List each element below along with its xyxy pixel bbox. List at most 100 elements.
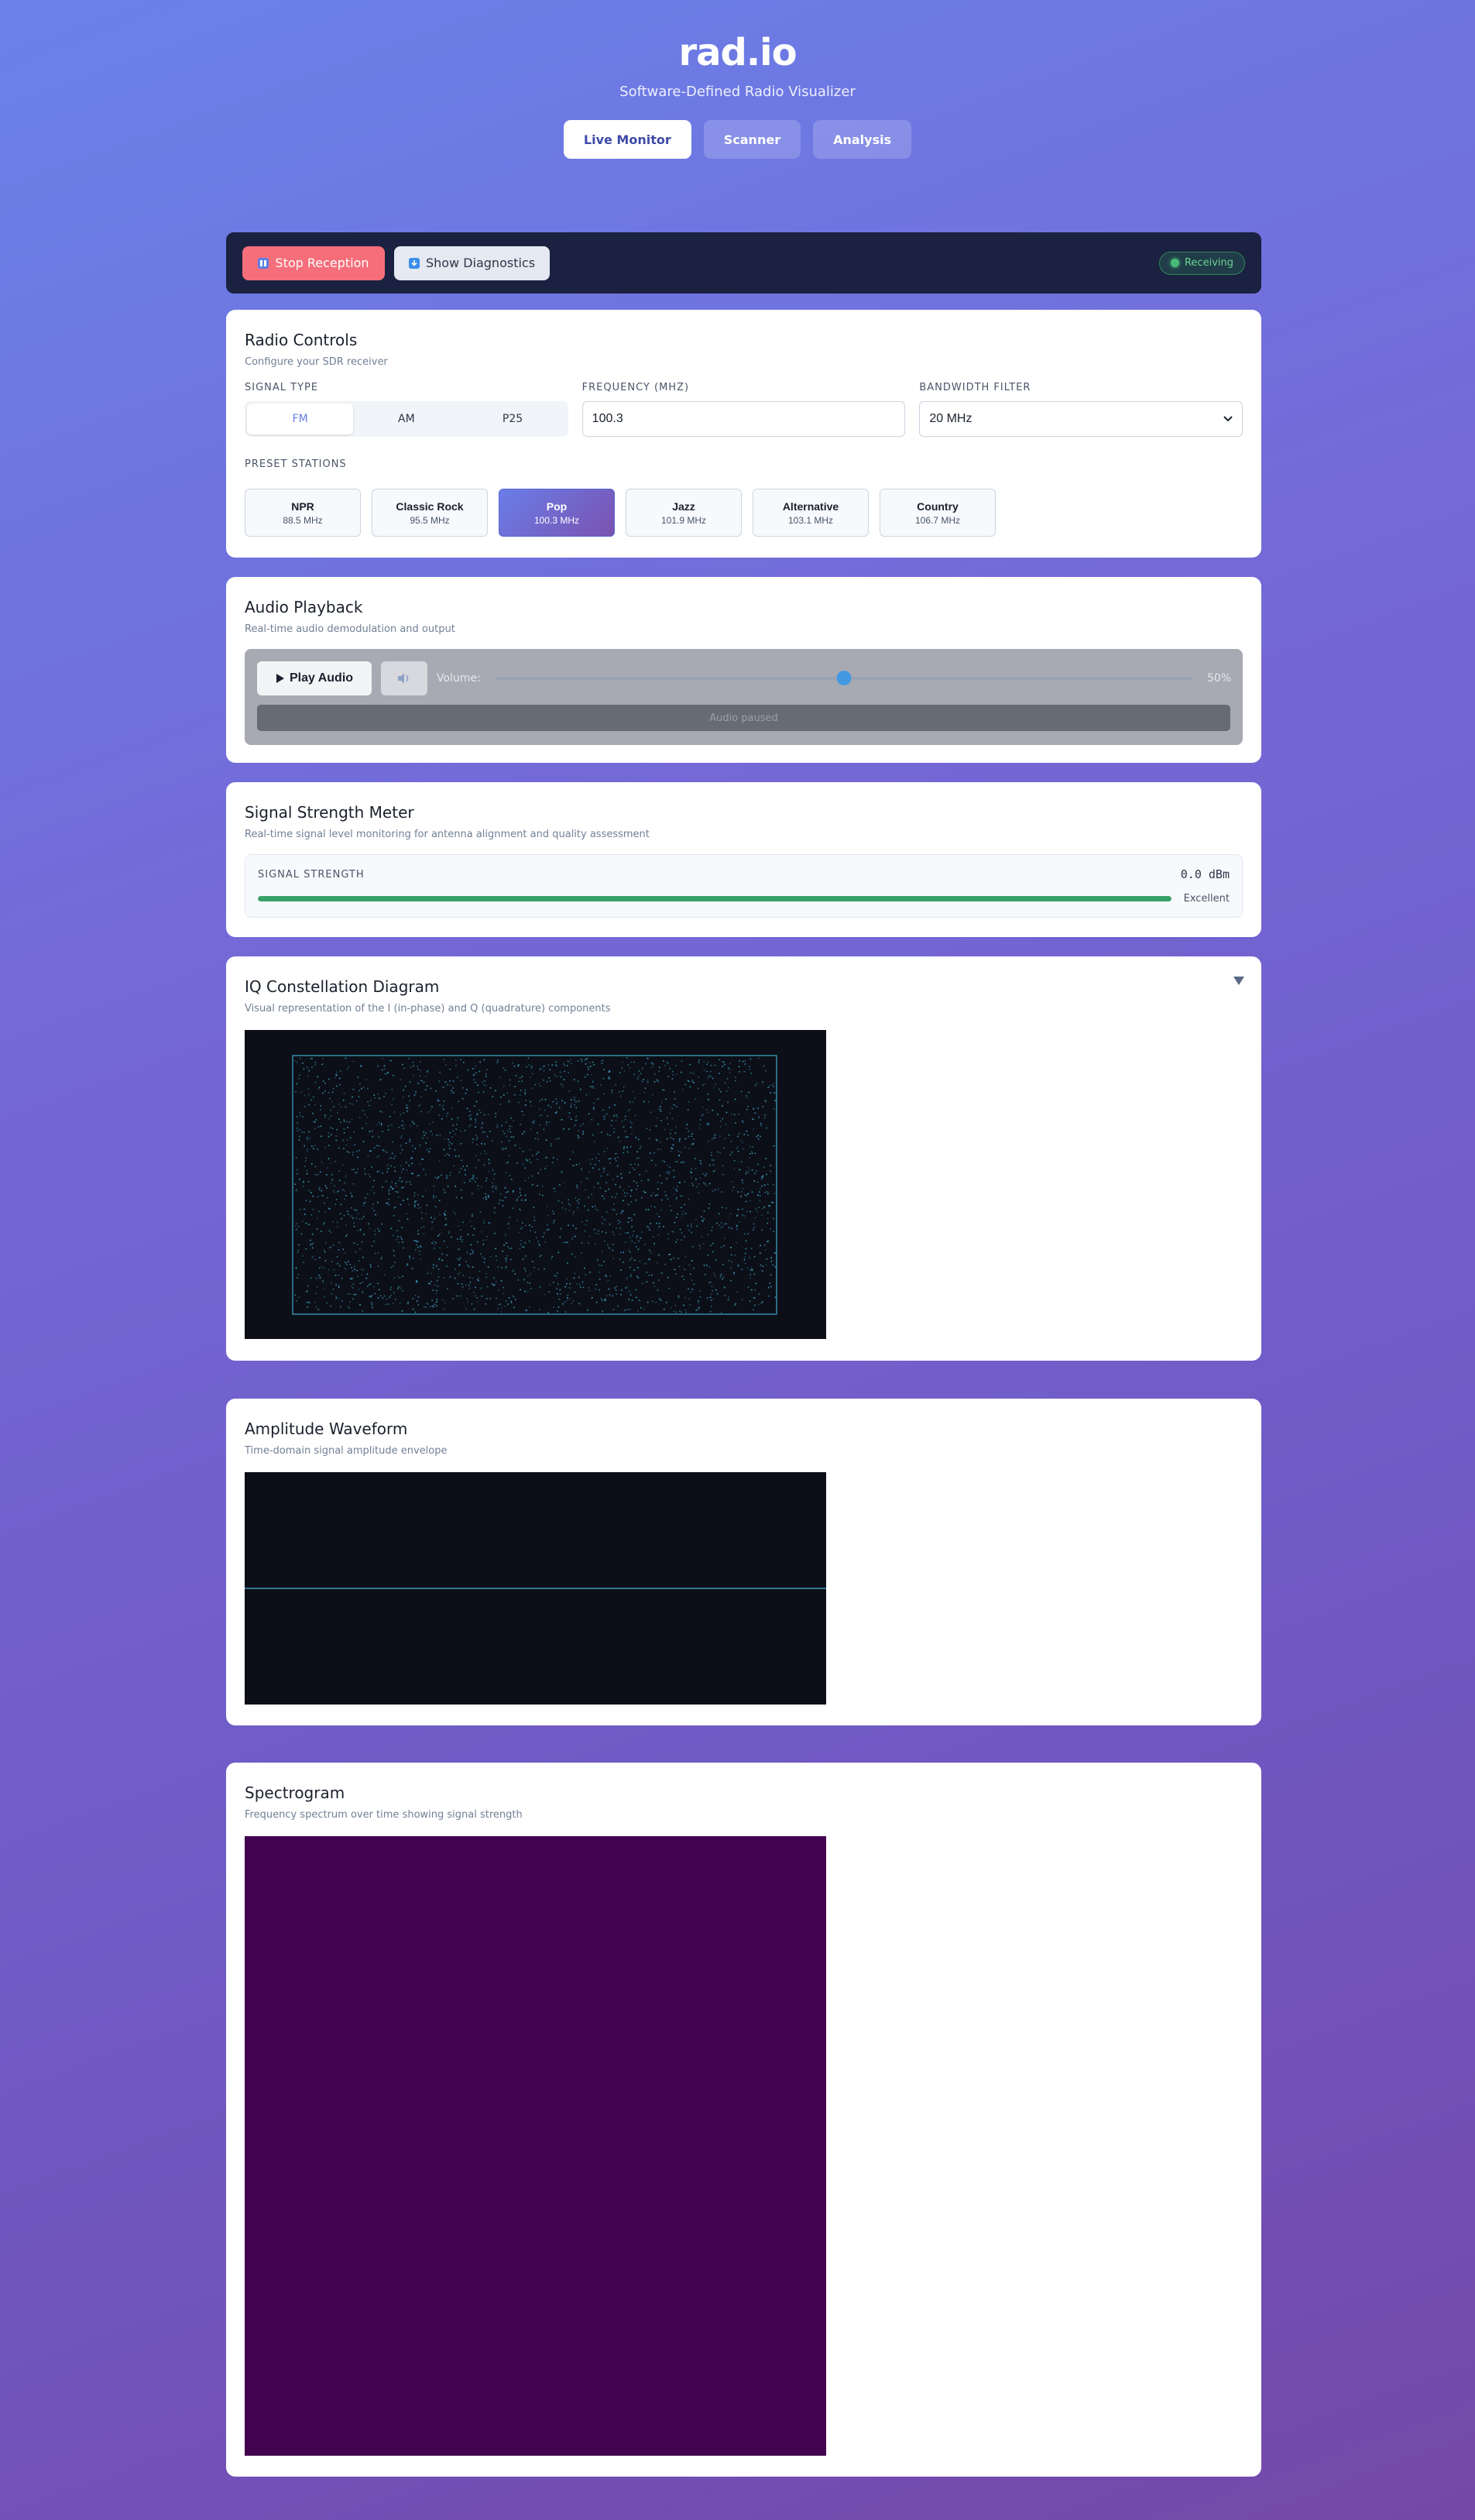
frequency-input[interactable]: 100.3 xyxy=(581,401,906,437)
iq-sample-point xyxy=(503,1131,504,1132)
iq-sample-point xyxy=(707,1234,708,1235)
download-icon xyxy=(408,257,420,269)
iq-sample-point xyxy=(516,1200,518,1202)
iq-sample-point xyxy=(349,1102,351,1104)
iq-sample-point xyxy=(306,1170,307,1172)
iq-sample-point xyxy=(708,1203,711,1205)
preset-country[interactable]: Country 106.7 MHz xyxy=(880,489,996,537)
signal-quality-label: Excellent xyxy=(1183,893,1230,905)
preset-alternative[interactable]: Alternative 103.1 MHz xyxy=(753,489,869,537)
signal-type-p25[interactable]: P25 xyxy=(459,403,565,434)
volume-slider[interactable] xyxy=(494,671,1193,685)
iq-sample-point xyxy=(373,1147,376,1149)
iq-sample-point xyxy=(485,1303,486,1305)
tab-live-monitor[interactable]: Live Monitor xyxy=(563,120,691,159)
iq-sample-point xyxy=(314,1121,316,1123)
iq-sample-point xyxy=(635,1136,637,1138)
iq-sample-point xyxy=(428,1151,430,1153)
iq-sample-point xyxy=(690,1291,691,1293)
iq-sample-point xyxy=(483,1220,485,1222)
tab-analysis[interactable]: Analysis xyxy=(813,120,912,159)
signal-type-am[interactable]: AM xyxy=(353,403,459,434)
iq-sample-point xyxy=(340,1306,341,1308)
tab-scanner[interactable]: Scanner xyxy=(703,120,801,159)
iq-sample-point xyxy=(338,1249,340,1251)
iq-sample-point xyxy=(616,1166,619,1167)
iq-sample-point xyxy=(688,1080,690,1082)
iq-sample-point xyxy=(346,1068,348,1070)
collapse-chevron-icon[interactable] xyxy=(1233,977,1244,985)
iq-sample-point xyxy=(448,1231,450,1232)
iq-sample-point xyxy=(698,1306,700,1308)
mute-button[interactable] xyxy=(381,661,427,695)
iq-sample-point xyxy=(524,1104,527,1106)
iq-sample-point xyxy=(311,1145,313,1147)
iq-sample-point xyxy=(603,1260,605,1262)
iq-sample-point xyxy=(378,1136,380,1138)
iq-sample-point xyxy=(295,1223,297,1224)
iq-sample-point xyxy=(624,1192,626,1194)
iq-sample-point xyxy=(343,1119,345,1121)
iq-sample-point xyxy=(485,1239,487,1241)
iq-sample-point xyxy=(622,1090,624,1092)
preset-jazz[interactable]: Jazz 101.9 MHz xyxy=(626,489,742,537)
iq-sample-point xyxy=(366,1117,368,1118)
iq-sample-point xyxy=(767,1191,769,1193)
iq-sample-point xyxy=(472,1176,474,1179)
iq-sample-point xyxy=(449,1172,451,1173)
iq-sample-point xyxy=(367,1155,369,1157)
iq-sample-point xyxy=(470,1244,472,1246)
preset-classic-rock[interactable]: Classic Rock 95.5 MHz xyxy=(372,489,488,537)
iq-sample-point xyxy=(308,1131,310,1133)
iq-sample-point xyxy=(539,1309,540,1310)
iq-sample-point xyxy=(478,1159,479,1161)
iq-sample-point xyxy=(481,1231,483,1233)
iq-sample-point xyxy=(761,1270,763,1272)
iq-sample-point xyxy=(425,1213,427,1214)
iq-sample-point xyxy=(712,1298,715,1300)
iq-sample-point xyxy=(324,1185,327,1186)
iq-sample-point xyxy=(370,1265,372,1268)
iq-sample-point xyxy=(613,1131,615,1133)
volume-slider-thumb[interactable] xyxy=(836,671,852,685)
play-audio-button[interactable]: Play Audio xyxy=(257,661,372,695)
iq-sample-point xyxy=(555,1061,557,1063)
iq-sample-point xyxy=(417,1281,418,1283)
iq-sample-point xyxy=(299,1128,300,1131)
show-diagnostics-button[interactable]: Show Diagnostics xyxy=(394,245,550,280)
iq-sample-point xyxy=(729,1213,732,1214)
iq-sample-point xyxy=(631,1122,633,1124)
iq-sample-point xyxy=(433,1264,434,1266)
iq-sample-point xyxy=(691,1279,693,1281)
iq-sample-point xyxy=(427,1137,428,1139)
iq-sample-point xyxy=(609,1162,611,1164)
iq-sample-point xyxy=(344,1182,345,1184)
iq-sample-point xyxy=(674,1090,675,1093)
iq-sample-point xyxy=(389,1059,392,1062)
preset-pop[interactable]: Pop 100.3 MHz xyxy=(499,489,615,537)
iq-sample-point xyxy=(436,1265,437,1267)
amplitude-waveform-card: Amplitude Waveform Time-domain signal am… xyxy=(226,1399,1261,1725)
bandwidth-select[interactable]: 20 MHz xyxy=(919,401,1243,437)
iq-sample-point xyxy=(602,1116,605,1118)
iq-sample-point xyxy=(674,1269,676,1270)
preset-npr[interactable]: NPR 88.5 MHz xyxy=(245,489,361,537)
iq-sample-point xyxy=(539,1286,541,1288)
iq-sample-point xyxy=(522,1151,524,1152)
iq-sample-point xyxy=(609,1224,611,1225)
iq-sample-point xyxy=(342,1164,344,1166)
iq-sample-point xyxy=(479,1070,481,1073)
iq-sample-point xyxy=(400,1137,402,1138)
iq-sample-point xyxy=(639,1174,640,1176)
iq-sample-point xyxy=(507,1303,509,1305)
iq-sample-point xyxy=(500,1280,503,1282)
signal-type-fm[interactable]: FM xyxy=(247,403,354,434)
iq-sample-point xyxy=(307,1138,308,1141)
iq-sample-point xyxy=(481,1142,482,1145)
iq-sample-point xyxy=(668,1288,671,1289)
stop-reception-button[interactable]: Stop Reception xyxy=(242,245,385,280)
iq-sample-point xyxy=(671,1210,672,1212)
iq-sample-point xyxy=(519,1147,521,1149)
iq-sample-point xyxy=(584,1205,585,1207)
iq-sample-point xyxy=(530,1288,532,1289)
